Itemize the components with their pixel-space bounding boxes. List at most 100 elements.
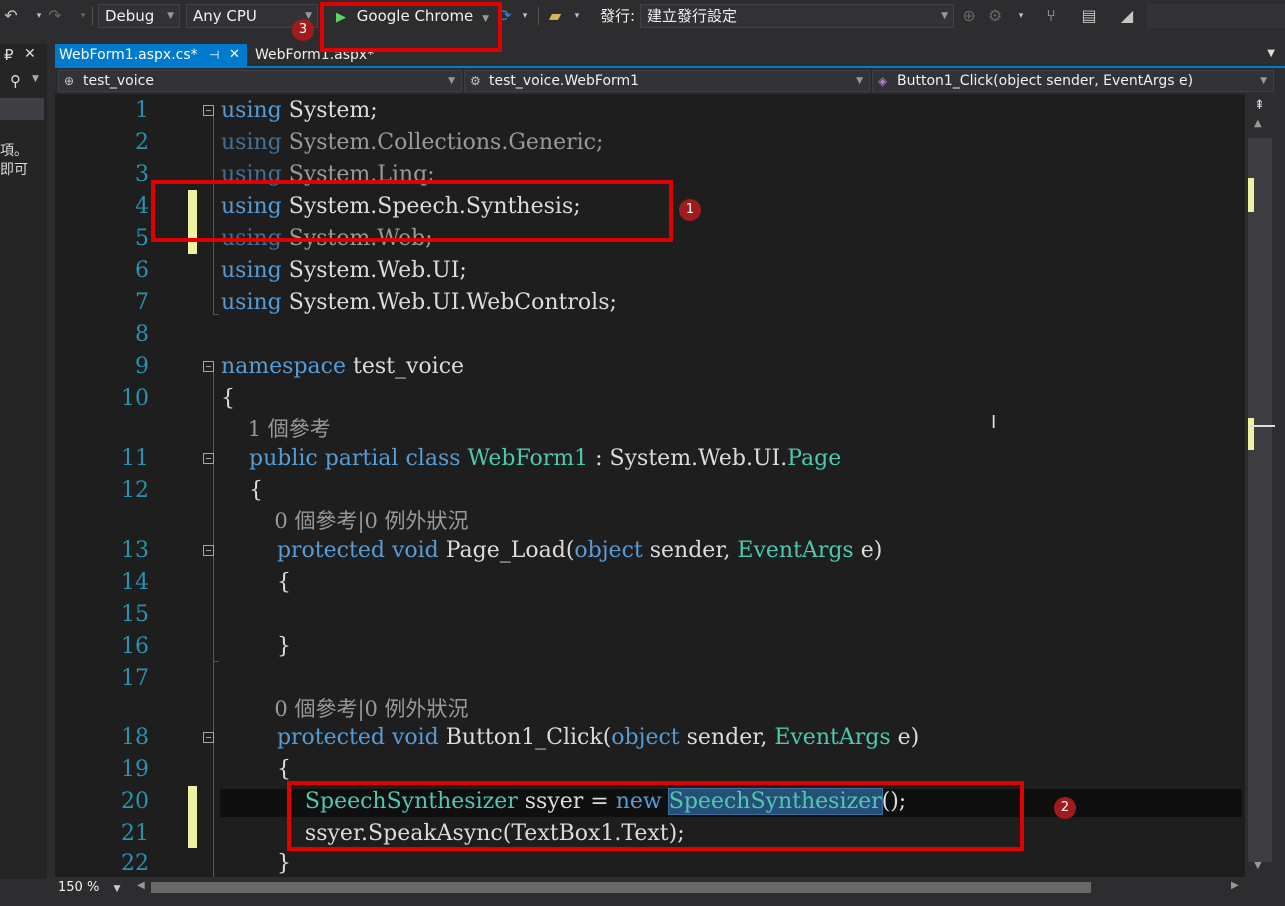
zoom-level[interactable]: 150 % ▼ xyxy=(58,879,120,897)
codelens-row: 0 個參考|0 例外狀況 xyxy=(55,506,1245,536)
pin-icon[interactable]: ₽ xyxy=(4,46,14,64)
code-text: } xyxy=(221,851,291,876)
code-line[interactable]: 14 { xyxy=(55,568,1245,598)
project-dropdown[interactable]: ⊕ test_voice ▼ xyxy=(58,70,462,92)
undo-icon[interactable]: ↶ xyxy=(0,5,22,27)
line-number: 11 xyxy=(121,446,149,471)
panel-splitter[interactable] xyxy=(47,44,55,879)
scrollbar-track[interactable] xyxy=(1248,138,1272,862)
azure-icon[interactable]: ◢ xyxy=(1116,5,1138,27)
line-number: 7 xyxy=(135,290,149,315)
code-text: protected void Page_Load(object sender, … xyxy=(276,538,883,563)
code-text: using System.Web.UI.WebControls; xyxy=(221,290,617,315)
overflow-icon[interactable]: ▾ xyxy=(566,5,588,27)
tab-overflow-icon[interactable]: ▼ xyxy=(1267,48,1275,59)
toolbar-separator xyxy=(538,7,539,25)
annotation-box-speech-code xyxy=(287,781,1024,851)
main-toolbar: ↶ ▾ ↷ ▾ Debug ▼ Any CPU ▼ ▶ Google Chrom… xyxy=(0,0,1285,34)
chevron-down-icon: ▼ xyxy=(1260,76,1267,86)
code-line[interactable]: 7 using System.Web.UI.WebControls; xyxy=(55,288,1245,318)
collapse-icon[interactable] xyxy=(203,545,214,556)
code-text: { xyxy=(221,570,291,595)
publish-label: 發行: xyxy=(600,7,636,25)
code-line[interactable]: 9 namespace test_voice xyxy=(55,352,1245,382)
class-name: test_voice.WebForm1 xyxy=(489,73,640,89)
line-number: 15 xyxy=(121,602,149,627)
code-line[interactable]: 18 protected void Button1_Click(object s… xyxy=(55,723,1245,753)
project-name: test_voice xyxy=(83,73,154,89)
collapse-icon[interactable] xyxy=(203,105,214,116)
code-line[interactable]: 22 } xyxy=(55,849,1245,877)
folder-icon[interactable]: ▰ xyxy=(544,5,566,27)
panel-text-line1: 項。 xyxy=(0,143,28,159)
code-text: using System.Web.UI; xyxy=(221,258,467,283)
chevron-down-icon: ▼ xyxy=(113,884,121,894)
codelens-references[interactable]: 0 個參考|0 例外狀況 xyxy=(221,694,468,724)
code-line[interactable]: 2 using System.Collections.Generic; xyxy=(55,128,1245,158)
split-editor-icon[interactable]: ⇞ xyxy=(1254,98,1265,113)
tab-label: WebForm1.aspx.cs* xyxy=(59,47,198,63)
member-dropdown[interactable]: ◈ Button1_Click(object sender, EventArgs… xyxy=(872,70,1274,92)
collapse-icon[interactable] xyxy=(203,732,214,743)
horizontal-scrollbar-thumb[interactable] xyxy=(151,882,1091,893)
quick-launch-input[interactable] xyxy=(1146,4,1285,28)
scroll-left-icon[interactable]: ◀ xyxy=(137,880,145,891)
git-branch-icon[interactable]: ⑂ xyxy=(1040,5,1062,27)
close-icon[interactable]: ✕ xyxy=(24,46,36,62)
chevron-down-icon: ▼ xyxy=(941,11,948,21)
refresh-dropdown-icon[interactable]: ▾ xyxy=(514,5,536,27)
chevron-down-icon: ▼ xyxy=(856,76,863,86)
pin-icon[interactable]: ⊣ xyxy=(209,44,219,66)
codelens-row: 0 個參考|0 例外狀況 xyxy=(55,694,1245,724)
code-text: public partial class WebForm1 : System.W… xyxy=(248,446,842,471)
redo-dropdown-icon[interactable]: ▾ xyxy=(72,5,94,27)
comment-icon[interactable]: ▤ xyxy=(1078,5,1100,27)
code-line[interactable]: 13 protected void Page_Load(object sende… xyxy=(55,536,1245,566)
annotation-badge: 3 xyxy=(292,19,314,41)
search-icon[interactable]: ⚲ xyxy=(10,72,21,90)
publish-profile-value: 建立發行設定 xyxy=(647,7,738,25)
globe-icon: ⊕ xyxy=(64,74,75,88)
code-line[interactable]: 12 { xyxy=(55,476,1245,506)
line-number: 17 xyxy=(121,666,149,691)
code-line[interactable]: 11 public partial class WebForm1 : Syste… xyxy=(55,444,1245,474)
code-line[interactable]: 15 xyxy=(55,600,1245,630)
code-line[interactable]: 16 } xyxy=(55,632,1245,662)
change-map-marker xyxy=(1248,178,1254,212)
close-icon[interactable]: ✕ xyxy=(229,44,240,66)
class-icon: ⚙ xyxy=(470,74,481,88)
document-tabs: WebForm1.aspx.cs* ⊣ ✕ WebForm1.aspx* ▼ xyxy=(55,44,1285,66)
settings-gear-icon[interactable]: ⚙ xyxy=(984,5,1006,27)
publish-profile-select[interactable]: 建立發行設定 ▼ xyxy=(640,4,954,28)
collapse-icon[interactable] xyxy=(203,361,214,372)
configuration-select[interactable]: Debug ▼ xyxy=(98,4,180,28)
zoom-value: 150 % xyxy=(58,880,100,895)
change-map-marker xyxy=(1248,418,1254,450)
code-line[interactable]: 1 using System; xyxy=(55,96,1245,126)
tab-webform1-aspx-cs[interactable]: WebForm1.aspx.cs* ⊣ ✕ xyxy=(55,44,247,66)
scroll-right-icon[interactable]: ▶ xyxy=(1231,880,1239,891)
line-number: 13 xyxy=(121,538,149,563)
web-publish-icon[interactable]: ⊕ xyxy=(958,5,980,27)
code-line[interactable]: 17 xyxy=(55,664,1245,694)
overflow-icon[interactable]: ▾ xyxy=(1010,5,1032,27)
collapse-icon[interactable] xyxy=(203,453,214,464)
code-text: { xyxy=(221,386,235,411)
code-line[interactable]: 10 { xyxy=(55,384,1245,414)
code-text: } xyxy=(221,634,291,659)
annotation-box-run-target xyxy=(320,2,502,52)
scroll-up-icon[interactable]: ▲ xyxy=(1254,118,1262,129)
line-number: 16 xyxy=(121,634,149,659)
panel-search-box[interactable] xyxy=(0,98,44,120)
codelens-row: 1 個參考 xyxy=(55,414,1245,444)
line-number: 3 xyxy=(135,162,149,187)
class-dropdown[interactable]: ⚙ test_voice.WebForm1 ▼ xyxy=(464,70,870,92)
code-line[interactable]: 6 using System.Web.UI; xyxy=(55,256,1245,286)
codelens-references[interactable]: 1 個參考 xyxy=(221,414,331,444)
code-line[interactable]: 8 xyxy=(55,320,1245,350)
codelens-references[interactable]: 0 個參考|0 例外狀況 xyxy=(221,506,468,536)
chevron-down-icon[interactable]: ▼ xyxy=(32,74,39,84)
configuration-value: Debug xyxy=(105,7,155,25)
chevron-down-icon: ▼ xyxy=(448,76,455,86)
redo-icon[interactable]: ↷ xyxy=(44,5,66,27)
